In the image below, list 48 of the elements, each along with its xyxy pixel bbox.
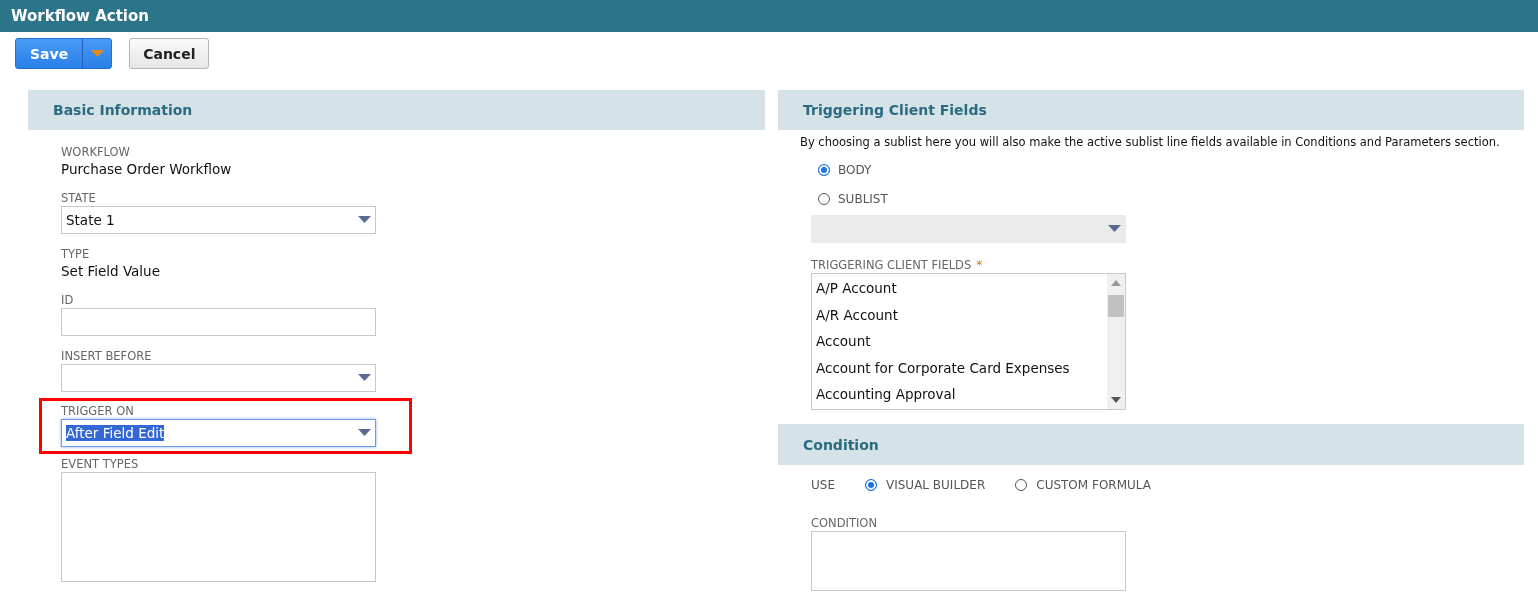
scroll-up-icon[interactable]: [1111, 280, 1121, 286]
caret-icon: [358, 374, 371, 382]
radio-button[interactable]: [818, 163, 830, 176]
select-field[interactable]: State 1: [61, 206, 376, 234]
cancel-button[interactable]: Cancel: [129, 38, 210, 69]
scrollbar[interactable]: [1107, 274, 1125, 409]
input-field[interactable]: [61, 308, 376, 336]
section-title: Triggering Client Fields: [803, 102, 987, 118]
radio-button[interactable]: [1015, 479, 1028, 491]
radio-button[interactable]: [865, 479, 877, 491]
field-value: Set Field Value: [61, 262, 161, 280]
radio-label: SUBLIST: [838, 191, 888, 206]
caret-icon: [90, 49, 104, 58]
list-item[interactable]: A/P Account: [816, 276, 1107, 303]
field-label: USE: [811, 478, 835, 492]
field-label: ID: [61, 292, 75, 308]
window-title: Workflow Action: [11, 7, 149, 25]
text-area[interactable]: [61, 472, 376, 582]
caret-icon: [358, 429, 371, 437]
scroll-thumb[interactable]: [1108, 295, 1124, 317]
field-value: Purchase Order Workflow: [61, 160, 233, 178]
field-label: CONDITION: [811, 515, 878, 531]
caret-icon: [1108, 225, 1121, 233]
section-title: Condition: [803, 436, 879, 453]
field-label: TRIGGER ON: [61, 403, 135, 419]
field-label: TRIGGERING CLIENT FIELDS: [811, 257, 972, 273]
required-mark: *: [976, 257, 983, 273]
list-box[interactable]: A/P Account A/R Account Account Account for Corporate Card Expenses Accounting Approval: [811, 273, 1126, 410]
section-title: Basic Information: [53, 102, 193, 118]
radio-label: VISUAL BUILDER: [886, 478, 986, 492]
field-label: EVENT TYPES: [61, 456, 140, 472]
radio-label: BODY: [838, 162, 872, 177]
list-item[interactable]: Account for Corporate Card Expenses: [816, 355, 1107, 383]
select-field[interactable]: After Field Edit: [61, 419, 376, 447]
radio-button[interactable]: [818, 192, 830, 205]
help-text: By choosing a sublist here you will also make the active sublist line fields available in Conditions and Parameters section.: [800, 135, 1501, 149]
field-label: INSERT BEFORE: [61, 348, 153, 364]
scroll-down-icon[interactable]: [1111, 397, 1121, 403]
select-field[interactable]: [61, 364, 376, 392]
field-label: STATE: [61, 190, 97, 206]
field-label: TYPE: [61, 246, 91, 262]
caret-icon: [358, 216, 371, 224]
text-area[interactable]: [811, 531, 1126, 591]
list-item[interactable]: Accounting Approval: [816, 382, 1107, 409]
list-item[interactable]: Account: [816, 329, 1107, 356]
list-item[interactable]: A/R Account: [816, 302, 1107, 330]
field-label: WORKFLOW: [61, 144, 131, 160]
radio-label: CUSTOM FORMULA: [1036, 478, 1151, 492]
